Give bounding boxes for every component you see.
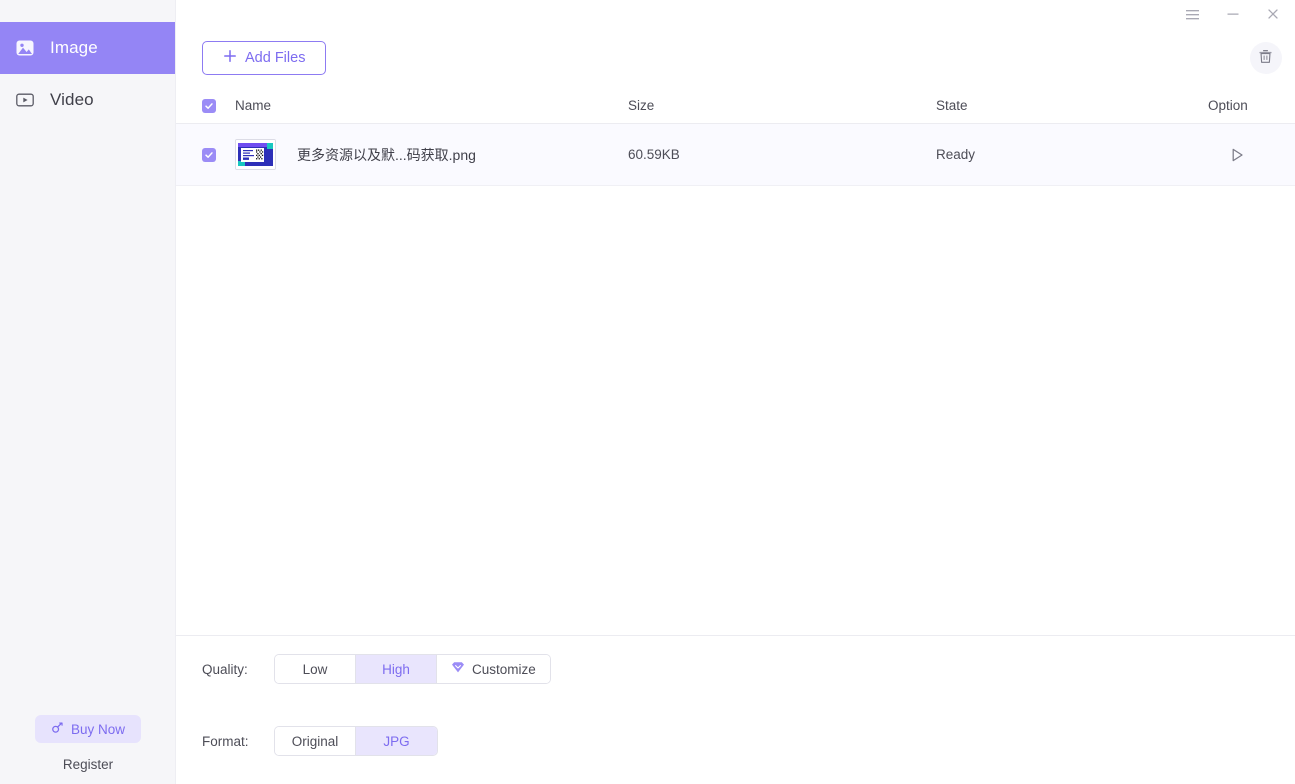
format-option-original[interactable]: Original bbox=[275, 727, 356, 755]
row-checkbox[interactable] bbox=[202, 147, 216, 162]
sidebar-footer: Buy Now Register bbox=[0, 715, 176, 772]
trash-icon bbox=[1257, 48, 1274, 68]
minimize-icon[interactable] bbox=[1220, 3, 1246, 25]
file-name: 更多资源以及默...码获取.png bbox=[297, 146, 476, 163]
cell-name: 更多资源以及默...码获取.png bbox=[216, 139, 628, 170]
table-header-row: Name Size State Option bbox=[176, 88, 1295, 124]
gem-tag-icon bbox=[51, 721, 64, 737]
file-table: Name Size State Option 更多资源以及默...码获取.png… bbox=[176, 88, 1295, 636]
content-toolbar: Add Files bbox=[176, 28, 1295, 88]
column-header-option: Option bbox=[1208, 98, 1248, 113]
buy-now-button[interactable]: Buy Now bbox=[34, 715, 142, 743]
quality-segmented-control: Low High Customize bbox=[274, 654, 551, 684]
quality-option-high[interactable]: High bbox=[356, 655, 437, 683]
select-all-checkbox[interactable] bbox=[202, 98, 216, 113]
cell-option bbox=[1208, 144, 1295, 166]
add-files-label: Add Files bbox=[245, 50, 306, 66]
plus-icon bbox=[223, 49, 237, 67]
qr-card-thumbnail bbox=[235, 139, 276, 170]
column-header-state: State bbox=[936, 98, 968, 113]
cell-size: 60.59KB bbox=[628, 147, 680, 162]
table-row[interactable]: 更多资源以及默...码获取.png 60.59KB Ready bbox=[176, 124, 1295, 186]
settings-panel: Quality: Low High Customize Format: Orig… bbox=[176, 636, 1295, 784]
add-files-button[interactable]: Add Files bbox=[202, 41, 327, 75]
column-header-name: Name bbox=[235, 98, 272, 113]
format-row: Format: Original JPG bbox=[202, 726, 438, 756]
format-segmented-control: Original JPG bbox=[274, 726, 438, 756]
sidebar-nav: Image Video bbox=[0, 22, 175, 126]
gem-icon bbox=[451, 661, 465, 677]
video-icon bbox=[14, 89, 36, 111]
format-option-jpg[interactable]: JPG bbox=[356, 727, 437, 755]
play-icon[interactable] bbox=[1226, 144, 1248, 166]
quality-option-customize[interactable]: Customize bbox=[437, 655, 550, 683]
quality-label: Quality: bbox=[202, 661, 248, 677]
app-window: Image Video Buy Now Register Add Files N… bbox=[0, 0, 1295, 784]
sidebar-item-image[interactable]: Image bbox=[0, 22, 175, 74]
quality-row: Quality: Low High Customize bbox=[202, 654, 551, 684]
sidebar-item-label: Image bbox=[50, 38, 98, 57]
format-label: Format: bbox=[202, 733, 249, 749]
column-header-size: Size bbox=[628, 98, 655, 113]
close-icon[interactable] bbox=[1260, 3, 1286, 25]
sidebar-item-video[interactable]: Video bbox=[0, 74, 175, 126]
cell-state: Ready bbox=[936, 147, 976, 162]
register-link[interactable]: Register bbox=[0, 757, 176, 772]
table-empty-area bbox=[176, 186, 1295, 635]
sidebar-item-label: Video bbox=[50, 90, 94, 109]
image-icon bbox=[14, 37, 36, 59]
quality-option-low[interactable]: Low bbox=[275, 655, 356, 683]
window-titlebar bbox=[176, 0, 1295, 28]
quality-option-customize-label: Customize bbox=[472, 661, 536, 677]
hamburger-menu-icon[interactable] bbox=[1180, 3, 1206, 25]
buy-now-label: Buy Now bbox=[70, 721, 126, 737]
delete-all-button[interactable] bbox=[1249, 42, 1282, 74]
sidebar: Image Video Buy Now Register bbox=[0, 0, 176, 784]
main-content: Add Files Name Size State Option 更多资源以及默… bbox=[176, 0, 1295, 784]
